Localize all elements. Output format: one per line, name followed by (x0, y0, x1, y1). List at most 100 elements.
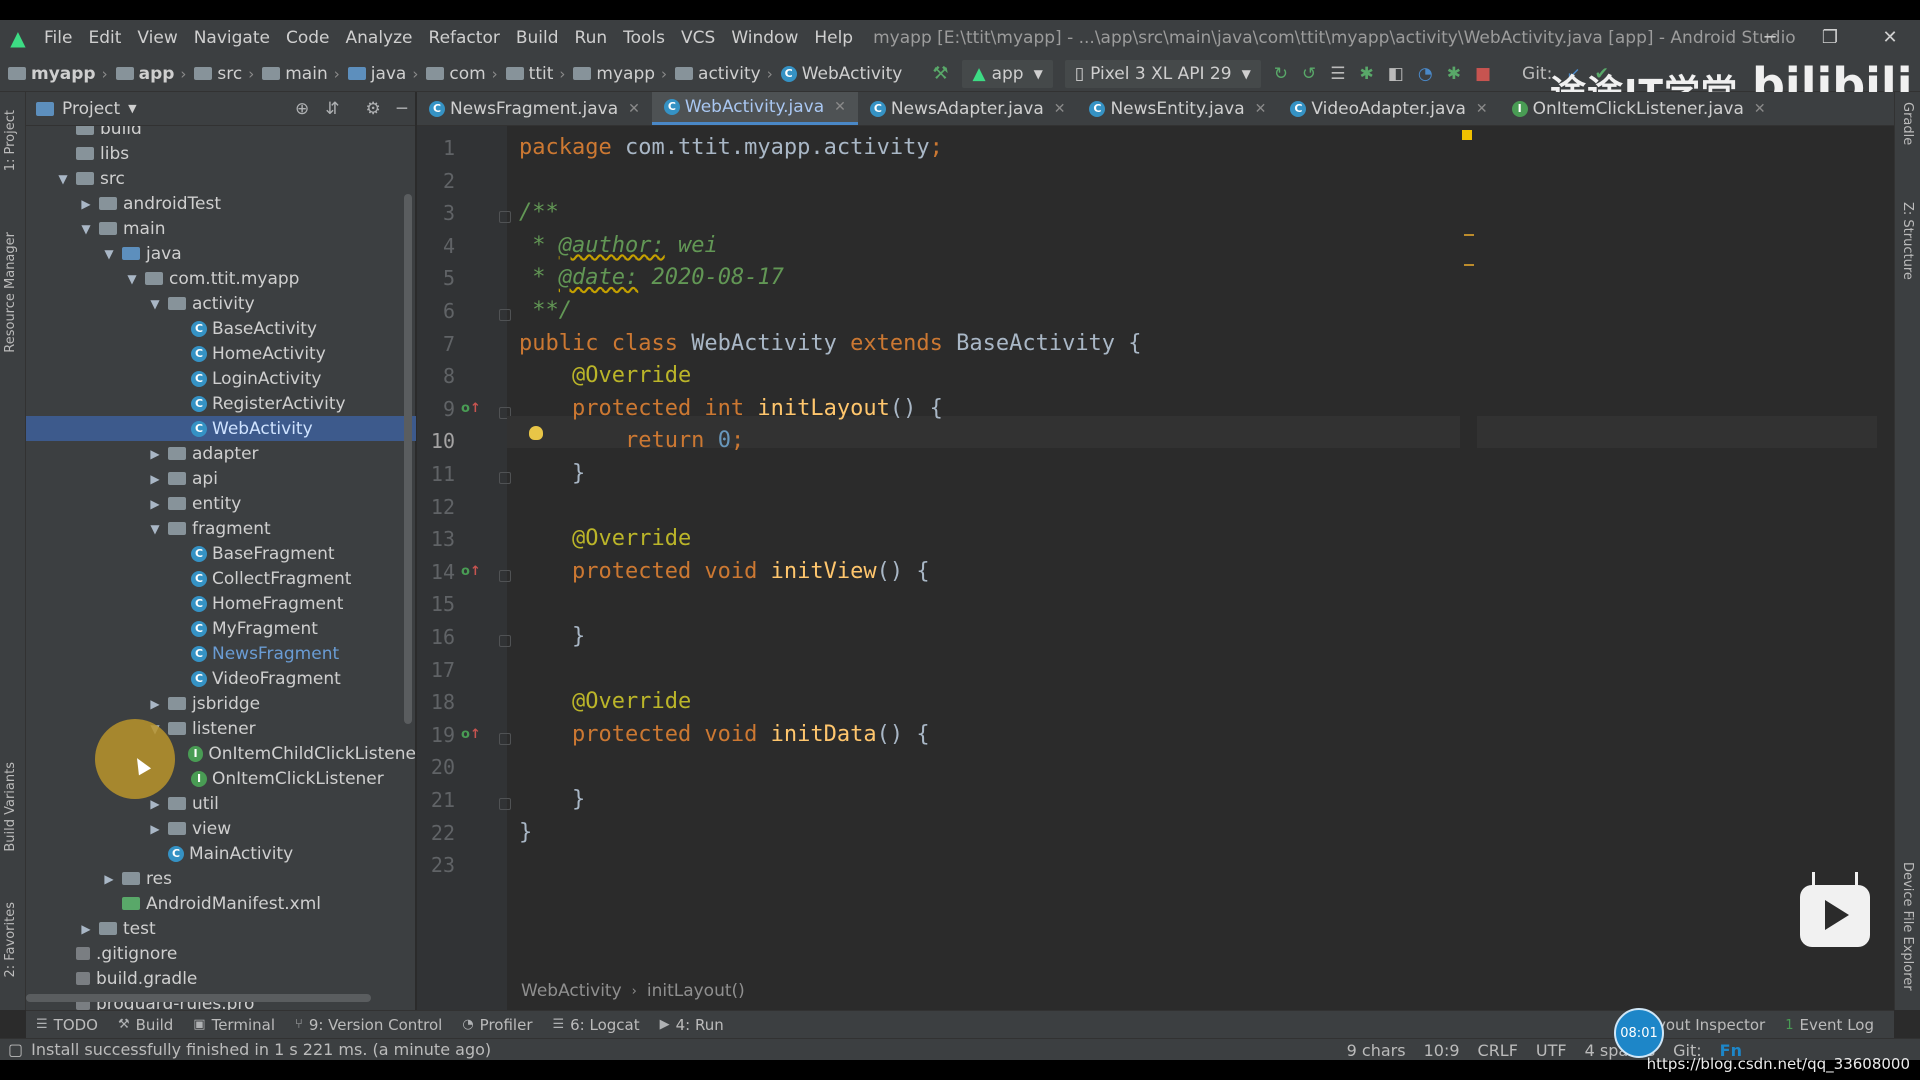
editor-tab[interactable]: C NewsFragment.java ✕ (417, 92, 652, 125)
editor-breadcrumb-class[interactable]: WebActivity (521, 981, 622, 1001)
profile-icon[interactable]: ◔ (1418, 64, 1433, 84)
tree-item[interactable]: build (26, 126, 416, 141)
tab-close-icon[interactable]: ✕ (1476, 101, 1488, 117)
breadcrumb-item[interactable]: myapp › (0, 64, 108, 84)
tree-item[interactable]: ▶ res (26, 866, 416, 891)
breadcrumb-item[interactable]: java › (340, 64, 418, 84)
breadcrumb-item[interactable]: C WebActivity (773, 64, 902, 84)
tree-item[interactable]: ▼ activity (26, 291, 416, 316)
code-line[interactable]: @Override (519, 523, 691, 555)
expanded-arrow-icon[interactable]: ▼ (56, 172, 70, 186)
menu-file[interactable]: File (36, 28, 80, 48)
hammer-build-icon[interactable]: ⚒ (932, 63, 948, 84)
override-gutter-icon[interactable]: o↑ (461, 401, 481, 416)
tool-window-button[interactable]: ◔ Profiler (452, 1016, 542, 1034)
tool-window-button[interactable]: ▶ 4: Run (650, 1016, 734, 1034)
code-line[interactable]: /** (519, 197, 559, 229)
tree-item[interactable]: ▶ androidTest (26, 191, 416, 216)
fold-marker-icon[interactable] (499, 569, 511, 582)
tree-item[interactable]: ▶ util (26, 791, 416, 816)
tree-item[interactable]: .gitignore (26, 941, 416, 966)
strip-resource-manager[interactable]: Resource Manager (3, 232, 18, 353)
restore-icon[interactable]: ❐ (1800, 20, 1860, 56)
collapsed-arrow-icon[interactable]: ▶ (79, 922, 93, 936)
stop-icon[interactable]: ■ (1475, 64, 1491, 84)
tool-window-button[interactable]: ☰ 6: Logcat (542, 1016, 649, 1034)
override-gutter-icon[interactable]: o↑ (461, 727, 481, 742)
tab-close-icon[interactable]: ✕ (628, 101, 640, 117)
expanded-arrow-icon[interactable]: ▼ (148, 522, 162, 536)
tab-close-icon[interactable]: ✕ (1255, 101, 1267, 117)
tree-item[interactable]: C RegisterActivity (26, 391, 416, 416)
tab-close-icon[interactable]: ✕ (1054, 101, 1066, 117)
menu-build[interactable]: Build (508, 28, 567, 48)
collapsed-arrow-icon[interactable]: ▶ (102, 872, 116, 886)
attach-debugger-icon[interactable]: ✱ (1447, 64, 1461, 84)
expanded-arrow-icon[interactable]: ▼ (102, 247, 116, 261)
editor-tab[interactable]: C NewsEntity.java ✕ (1077, 92, 1278, 125)
locate-icon[interactable]: ⊕ (295, 99, 309, 119)
code-line[interactable]: **/ (519, 295, 572, 327)
tree-scrollbar[interactable] (404, 194, 412, 724)
tree-horizontal-scrollbar[interactable] (26, 994, 371, 1002)
run-icon[interactable]: ☰ (1330, 64, 1345, 84)
tab-close-icon[interactable]: ✕ (834, 99, 846, 115)
tree-item[interactable]: C VideoFragment (26, 666, 416, 691)
gear-icon[interactable]: ⚙ (366, 99, 381, 119)
tree-item[interactable]: I OnItemChildClickListene (26, 741, 416, 766)
run-config-select[interactable]: ▲ app ▼ (962, 59, 1053, 88)
tree-item[interactable]: C WebActivity (26, 416, 416, 441)
close-icon[interactable]: ✕ (1860, 20, 1920, 56)
code-editor[interactable]: 1 2 3 4 5 6 7 8 9 10 11 12 13 14 15 16 17 18 19 20 21 22 23 o↑ o… (417, 126, 1877, 1010)
tree-item[interactable]: ▼ java (26, 241, 416, 266)
collapsed-arrow-icon[interactable]: ▶ (148, 447, 162, 461)
collapse-all-icon[interactable]: ⇵ (325, 99, 339, 119)
override-gutter-icon[interactable]: o↑ (461, 564, 481, 579)
tree-item[interactable]: ▼listener (26, 716, 416, 741)
tree-item[interactable]: ▼ src (26, 166, 416, 191)
tree-item[interactable]: ▼ fragment (26, 516, 416, 541)
tree-item[interactable]: AndroidManifest.xml (26, 891, 416, 916)
breadcrumb-item[interactable]: com › (418, 64, 498, 84)
code-line[interactable]: protected void initData() { (519, 719, 930, 751)
tree-item[interactable]: ▶ adapter (26, 441, 416, 466)
tree-item[interactable]: ▼ com.ttit.myapp (26, 266, 416, 291)
apply-code-changes-icon[interactable]: ↺ (1302, 64, 1316, 84)
tree-item[interactable]: ▼ main (26, 216, 416, 241)
tree-item[interactable]: C NewsFragment (26, 641, 416, 666)
tool-window-button[interactable]: ⑂ 9: Version Control (285, 1016, 452, 1034)
strip-device-file-explorer[interactable]: Device File Explorer (1900, 862, 1915, 991)
tree-item[interactable]: C BaseFragment (26, 541, 416, 566)
code-line[interactable]: } (519, 621, 585, 653)
status-message[interactable]: Install successfully finished in 1 s 221… (31, 1040, 491, 1059)
breadcrumb-item[interactable]: ttit › (498, 64, 565, 84)
tool-window-button[interactable]: ▣ Terminal (183, 1016, 285, 1034)
tool-window-button[interactable]: ⚒ Build (108, 1016, 183, 1034)
tree-item[interactable]: C MyFragment (26, 616, 416, 641)
tree-item[interactable]: C CollectFragment (26, 566, 416, 591)
code-line[interactable]: * @date: 2020-08-17 (519, 262, 784, 294)
menu-tools[interactable]: Tools (615, 28, 673, 48)
tree-item[interactable]: C BaseActivity (26, 316, 416, 341)
project-view-select[interactable]: Project (62, 99, 120, 119)
hide-icon[interactable]: ─ (397, 99, 407, 119)
collapsed-arrow-icon[interactable]: ▶ (148, 797, 162, 811)
apply-changes-icon[interactable]: ↻ (1274, 64, 1288, 84)
line-separator[interactable]: CRLF (1478, 1041, 1518, 1060)
menu-view[interactable]: View (129, 28, 185, 48)
tree-item[interactable]: ▶ entity (26, 491, 416, 516)
code-area[interactable]: package com.ttit.myapp.activity; /** * @a… (519, 126, 1859, 1010)
strip-favorites[interactable]: 2: Favorites (3, 902, 18, 978)
menu-analyze[interactable]: Analyze (338, 28, 421, 48)
fold-marker-icon[interactable] (499, 798, 511, 810)
collapsed-arrow-icon[interactable]: ▶ (148, 497, 162, 511)
strip-project[interactable]: 1: Project (3, 110, 18, 171)
strip-gradle[interactable]: Gradle (1900, 102, 1915, 145)
tree-item[interactable]: libs (26, 141, 416, 166)
fold-marker-icon[interactable] (499, 732, 511, 745)
fold-marker-icon[interactable] (499, 211, 511, 224)
expanded-arrow-icon[interactable]: ▼ (125, 272, 139, 286)
menu-help[interactable]: Help (806, 28, 861, 48)
coverage-icon[interactable]: ◧ (1388, 64, 1404, 84)
caret-position[interactable]: 10:9 (1424, 1041, 1460, 1060)
